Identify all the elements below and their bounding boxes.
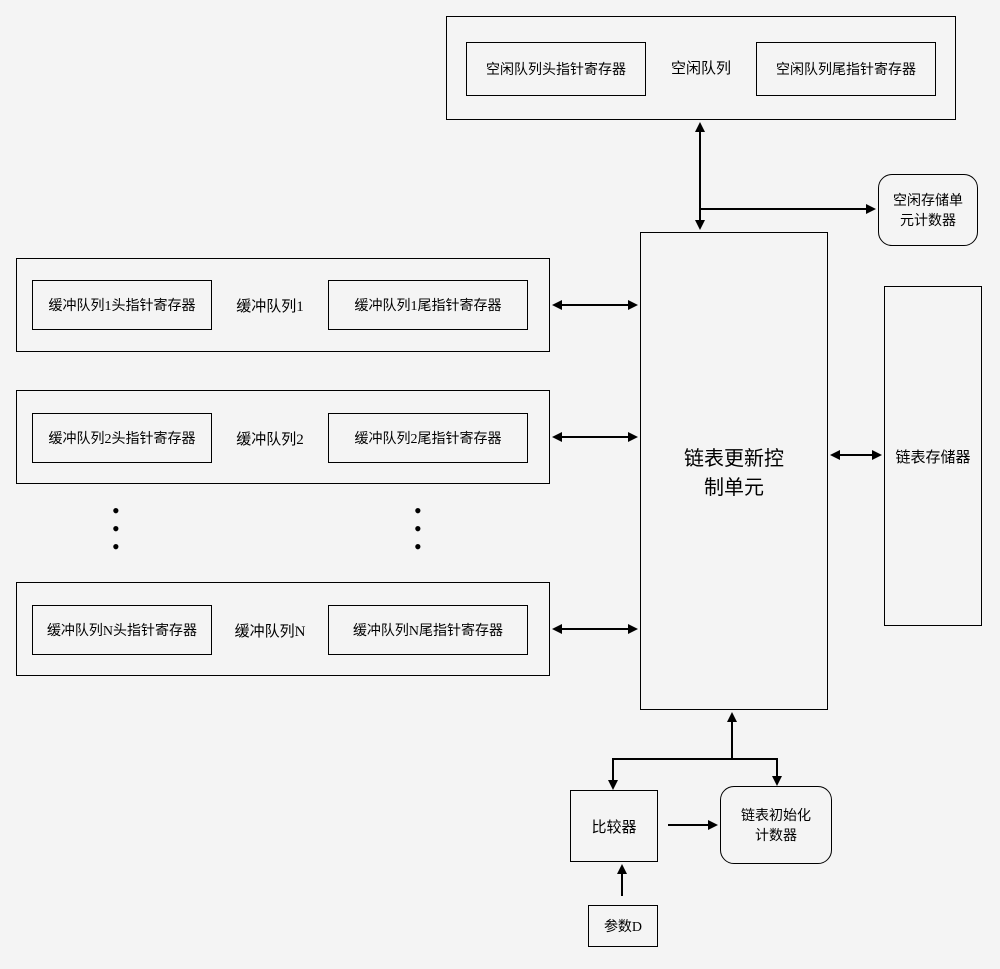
ellipsis-right: ••• (414, 506, 422, 552)
linked-list-init-counter: 链表初始化 计数器 (720, 786, 832, 864)
buffer-queue-2-head-register: 缓冲队列2头指针寄存器 (32, 413, 212, 463)
buffer-queue-1-head-register: 缓冲队列1头指针寄存器 (32, 280, 212, 330)
idle-queue-head-register: 空闲队列头指针寄存器 (466, 42, 646, 96)
buffer-queue-n-label: 缓冲队列N (220, 615, 320, 645)
idle-storage-unit-counter: 空闲存储单 元计数器 (878, 174, 978, 246)
buffer-queue-1-label: 缓冲队列1 (220, 290, 320, 320)
idle-queue-label: 空闲队列 (656, 52, 746, 82)
ellipsis-left: ••• (112, 506, 120, 552)
buffer-queue-2-label: 缓冲队列2 (220, 423, 320, 453)
buffer-queue-n-head-register: 缓冲队列N头指针寄存器 (32, 605, 212, 655)
param-d: 参数D (588, 905, 658, 947)
linked-list-update-control-unit: 链表更新控 制单元 (640, 232, 828, 710)
buffer-queue-1-tail-register: 缓冲队列1尾指针寄存器 (328, 280, 528, 330)
buffer-queue-2-tail-register: 缓冲队列2尾指针寄存器 (328, 413, 528, 463)
comparator: 比较器 (570, 790, 658, 862)
buffer-queue-n-tail-register: 缓冲队列N尾指针寄存器 (328, 605, 528, 655)
idle-queue-tail-register: 空闲队列尾指针寄存器 (756, 42, 936, 96)
linked-list-store: 链表存储器 (884, 286, 982, 626)
